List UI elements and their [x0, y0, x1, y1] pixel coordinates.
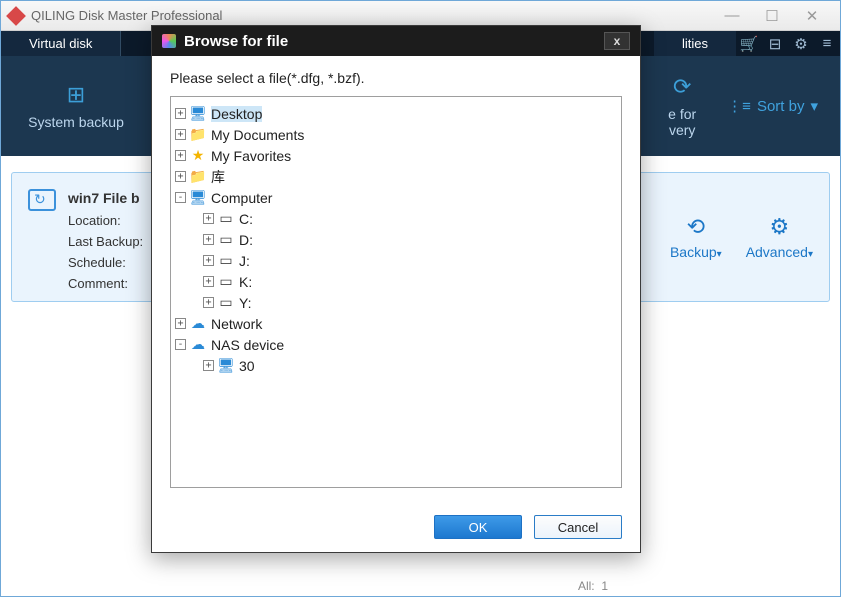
drive-icon: ▭ — [217, 252, 235, 269]
tree-node-myfav[interactable]: + ★ My Favorites — [175, 145, 617, 166]
expand-toggle[interactable]: + — [175, 150, 186, 161]
advanced-action-icon: ⚙ — [746, 214, 813, 240]
sort-by-label: Sort by — [757, 98, 805, 115]
dialog-close-button[interactable]: x — [604, 32, 630, 50]
expand-toggle[interactable]: + — [203, 213, 214, 224]
chevron-down-icon: ▾ — [810, 97, 818, 115]
expand-toggle[interactable]: + — [175, 171, 186, 182]
sort-by-button[interactable]: ⋮≡ Sort by ▾ — [727, 97, 840, 115]
file-backup-icon — [28, 187, 68, 287]
chevron-down-icon: ▾ — [808, 249, 813, 260]
tree-label: 库 — [211, 167, 225, 187]
tree-node-desktop[interactable]: + 🖥 Desktop — [175, 103, 617, 124]
status-count: 1 — [601, 579, 608, 593]
tree-node-library[interactable]: + 📁 库 — [175, 166, 617, 187]
grid-icon: ⊞ — [1, 82, 151, 108]
tree-node-network[interactable]: + ☁ Network — [175, 313, 617, 334]
tree-label: Computer — [211, 190, 272, 206]
collapse-toggle[interactable]: - — [175, 339, 186, 350]
computer-icon: 🖥 — [189, 189, 207, 206]
monitor-icon: 🖥 — [217, 357, 235, 374]
window-close-button[interactable]: ✕ — [792, 7, 832, 25]
backup-action-button[interactable]: ⟲ Backup▾ — [670, 214, 722, 260]
backup-action-label: Backup — [670, 244, 717, 260]
recovery-button[interactable]: ⟳ e for very — [637, 74, 727, 138]
tree-label: 30 — [239, 358, 255, 374]
tree-label: Y: — [239, 295, 251, 311]
tree-node-nas-child[interactable]: + 🖥 30 — [175, 355, 617, 376]
app-logo-icon — [6, 6, 26, 26]
recovery-label-1: e for — [637, 106, 727, 122]
tree-node-drive-y[interactable]: + ▭ Y: — [175, 292, 617, 313]
chevron-down-icon: ▾ — [717, 249, 722, 260]
window-minimize-button[interactable]: — — [712, 7, 752, 24]
tree-node-mydocs[interactable]: + 📁 My Documents — [175, 124, 617, 145]
tree-node-drive-d[interactable]: + ▭ D: — [175, 229, 617, 250]
tree-label: My Documents — [211, 127, 304, 143]
dialog-titlebar[interactable]: Browse for file x — [152, 26, 640, 56]
tree-node-drive-c[interactable]: + ▭ C: — [175, 208, 617, 229]
gear-icon[interactable]: ⚙ — [788, 31, 814, 56]
tab-utilities[interactable]: lities — [654, 31, 736, 56]
tree-node-nas[interactable]: - ☁ NAS device — [175, 334, 617, 355]
expand-toggle[interactable]: + — [203, 255, 214, 266]
nas-icon: ☁ — [189, 336, 207, 353]
recovery-label-2: very — [637, 122, 727, 138]
cancel-button[interactable]: Cancel — [534, 515, 622, 539]
menu-icon[interactable]: ≡ — [814, 31, 840, 56]
dialog-title: Browse for file — [184, 33, 288, 50]
advanced-action-button[interactable]: ⚙ Advanced▾ — [746, 214, 813, 260]
system-backup-button[interactable]: ⊞ System backup — [1, 82, 151, 130]
expand-toggle[interactable]: + — [203, 234, 214, 245]
status-all-label: All: — [578, 579, 595, 593]
tree-node-drive-j[interactable]: + ▭ J: — [175, 250, 617, 271]
restore-icon: ⟳ — [637, 74, 727, 100]
expand-toggle[interactable]: + — [203, 276, 214, 287]
drive-icon: ▭ — [217, 210, 235, 227]
list-icon[interactable]: ⊟ — [762, 31, 788, 56]
expand-toggle[interactable]: + — [175, 108, 186, 119]
dialog-prompt: Please select a file(*.dfg, *.bzf). — [170, 70, 622, 86]
status-bar: All: 1 — [1, 576, 840, 596]
tree-label: D: — [239, 232, 253, 248]
dialog-logo-icon — [162, 34, 176, 48]
tree-label: NAS device — [211, 337, 284, 353]
tree-node-drive-k[interactable]: + ▭ K: — [175, 271, 617, 292]
ok-button[interactable]: OK — [434, 515, 522, 539]
tree-label: J: — [239, 253, 250, 269]
collapse-toggle[interactable]: - — [175, 192, 186, 203]
star-icon: ★ — [189, 147, 207, 164]
tree-label: Network — [211, 316, 262, 332]
system-backup-label: System backup — [1, 114, 151, 130]
expand-toggle[interactable]: + — [175, 318, 186, 329]
expand-toggle[interactable]: + — [175, 129, 186, 140]
expand-toggle[interactable]: + — [203, 360, 214, 371]
tree-label: My Favorites — [211, 148, 291, 164]
browse-file-dialog: Browse for file x Please select a file(*… — [151, 25, 641, 553]
file-tree[interactable]: + 🖥 Desktop + 📁 My Documents + ★ My Favo… — [170, 96, 622, 488]
drive-icon: ▭ — [217, 273, 235, 290]
network-icon: ☁ — [189, 315, 207, 332]
desktop-icon: 🖥 — [189, 105, 207, 122]
cart-icon[interactable]: 🛒 — [736, 31, 762, 56]
sort-list-icon: ⋮≡ — [727, 97, 751, 115]
folder-icon: 📁 — [189, 126, 207, 143]
tree-label: K: — [239, 274, 252, 290]
backup-action-icon: ⟲ — [670, 214, 722, 240]
tree-label: C: — [239, 211, 253, 227]
drive-icon: ▭ — [217, 231, 235, 248]
advanced-action-label: Advanced — [746, 244, 808, 260]
folder-icon: 📁 — [189, 168, 207, 185]
window-maximize-button[interactable]: ☐ — [752, 7, 792, 25]
tree-node-computer[interactable]: - 🖥 Computer — [175, 187, 617, 208]
tree-label: Desktop — [211, 106, 262, 122]
drive-icon: ▭ — [217, 294, 235, 311]
app-title: QILING Disk Master Professional — [31, 8, 222, 23]
tab-virtual-disk[interactable]: Virtual disk — [1, 31, 121, 56]
expand-toggle[interactable]: + — [203, 297, 214, 308]
